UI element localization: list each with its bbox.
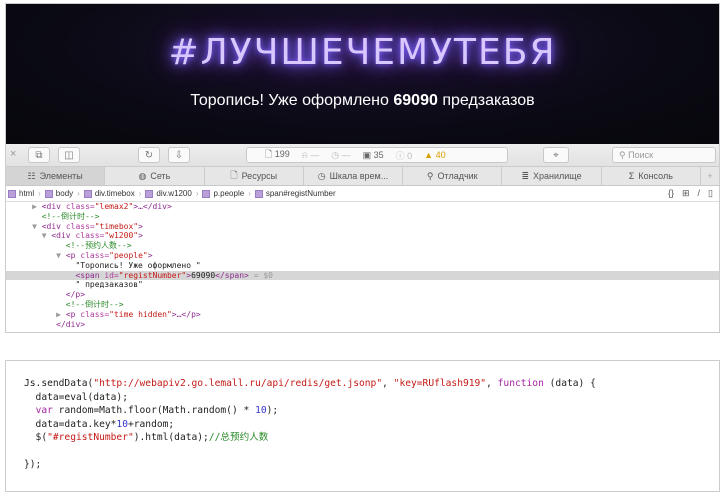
elements-icon: ☷ [27, 170, 36, 181]
search-input[interactable]: ⚲ Поиск [612, 147, 716, 163]
tab-storage[interactable]: ≣ Хранилище [502, 167, 602, 185]
code-line: data=eval(data); [24, 391, 128, 403]
grid-icon[interactable]: ⊞ [682, 188, 690, 199]
network-icon: ◍ [138, 170, 147, 181]
add-tab-button[interactable]: + [701, 167, 719, 185]
promo-banner: #ЛУЧШЕЧЕМУТЕБЯ Торопись! Уже оформлено 6… [6, 4, 719, 144]
regist-number: 69090 [393, 92, 438, 109]
dom-node[interactable]: " предзаказов" [6, 280, 719, 290]
banner-headline: Торопись! Уже оформлено 69090 предзаказо… [6, 92, 719, 110]
breadcrumb-item[interactable]: body [44, 189, 73, 198]
breadcrumb-item[interactable]: span#registNumber [254, 189, 336, 198]
dom-node[interactable]: </p> [6, 290, 719, 300]
dom-node[interactable]: </div> [6, 320, 719, 330]
dom-node[interactable]: ▼ <p class="people"> [6, 251, 719, 261]
inspect-button[interactable]: ⌖ [543, 147, 569, 163]
sidebar-icon[interactable]: ▯ [708, 188, 713, 199]
breadcrumb: html › body › div.timebox › div.w1200 › p.pe… [6, 186, 719, 202]
dom-node[interactable]: <!--倒计时--> [6, 212, 719, 222]
timeline-icon: ◷ [317, 170, 326, 181]
undock-button[interactable]: ⧉ [28, 147, 50, 163]
storage-icon: ≣ [521, 170, 530, 181]
tab-console[interactable]: Σ Консоль [602, 167, 701, 185]
dom-node[interactable]: ▼ <div class="timebox"> [6, 222, 719, 232]
banner-hashtag: #ЛУЧШЕЧЕМУТЕБЯ [168, 32, 557, 73]
tab-elements[interactable]: ☷ Элементы [6, 167, 106, 185]
element-icon [44, 189, 53, 198]
split-icon: ◫ [64, 149, 74, 161]
window-icon: ⧉ [35, 149, 43, 161]
pencil-icon[interactable]: / [698, 188, 701, 199]
devtools-toolbar: × ⧉ ◫ ↻ ⇩ 🗋 199 ⍾ — ◷ — ▣ 35 ⓘ 0 ▲ 40 ⌖ … [6, 144, 719, 167]
debugger-icon: ⚲ [426, 170, 434, 181]
warning-icon: ▲ [424, 150, 434, 160]
headline-prefix: Торопись! Уже оформлено [190, 92, 389, 109]
dom-node[interactable]: <!--预约人数--> [6, 241, 719, 251]
close-icon[interactable]: × [10, 148, 16, 160]
code-line: $("#registNumber").html(data);//总预约人数 [24, 432, 269, 443]
dom-tree: ▶ <div class="lemax2">…</div> <!--倒计时-->… [6, 202, 719, 329]
load-time: ⍾ — [301, 149, 320, 160]
dom-node[interactable]: ▶ <p class="time hidden">…</p> [6, 310, 719, 320]
headline-suffix: предзаказов [442, 92, 535, 109]
element-icon [254, 189, 263, 198]
code-line: Js.sendData("http://webapiv2.go.lemall.r… [24, 378, 596, 389]
devtools-tabs: ☷ Элементы ◍ Сеть 🗋 Ресурсы ◷ Шкала врем... … [6, 167, 719, 186]
warnings-count: ▲ 40 [424, 150, 446, 160]
element-icon [83, 189, 92, 198]
breadcrumb-item[interactable]: html [8, 189, 34, 198]
code-snippet: Js.sendData("http://webapiv2.go.lemall.r… [5, 360, 720, 492]
console-icon: Σ [628, 171, 635, 181]
tab-timeline[interactable]: ◷ Шкала врем... [304, 167, 404, 185]
browser-screenshot: #ЛУЧШЕЧЕМУТЕБЯ Торопись! Уже оформлено 6… [5, 3, 720, 333]
dom-node[interactable]: "Торопись! Уже оформлено " [6, 261, 719, 271]
breadcrumb-item[interactable]: div.w1200 [145, 189, 192, 198]
element-icon [145, 189, 154, 198]
element-icon [8, 189, 16, 198]
dom-node-selected[interactable]: <span id="registNumber">69090</span> = $… [6, 270, 719, 281]
dom-node[interactable]: <!--倒计时--> [6, 300, 719, 310]
dock-side-button[interactable]: ◫ [58, 147, 80, 163]
braces-icon[interactable]: {} [668, 188, 674, 199]
dom-node[interactable]: ▶ <div class="lemax2">…</div> [6, 202, 719, 212]
tab-debugger[interactable]: ⚲ Отладчик [403, 167, 503, 185]
reload-button[interactable]: ↻ [138, 147, 160, 163]
element-icon [202, 189, 211, 198]
code-line: data=data.key*10+random; [24, 418, 175, 430]
logs-count: ▣ 35 [362, 149, 384, 160]
dom-node[interactable]: ▼ <div class="w1200"> [6, 231, 719, 241]
resources-icon: 🗋 [230, 170, 238, 180]
resources-count: 🗋 199 [265, 149, 290, 159]
errors-count: ⓘ 0 [395, 150, 413, 161]
download-icon: ⇩ [174, 149, 184, 161]
breadcrumb-item[interactable]: p.people [202, 189, 244, 198]
status-summary[interactable]: 🗋 199 ⍾ — ◷ — ▣ 35 ⓘ 0 ▲ 40 [246, 147, 508, 163]
reload-icon: ↻ [144, 149, 154, 161]
breadcrumb-item[interactable]: div.timebox [83, 189, 135, 198]
elapsed-time: ◷ — [331, 149, 351, 160]
code-line: var random=Math.floor(Math.random() * 10… [35, 405, 279, 416]
tab-network[interactable]: ◍ Сеть [105, 167, 205, 185]
crosshair-icon: ⌖ [553, 149, 559, 161]
element-tools: {} ⊞ / ▯ [668, 188, 713, 199]
download-button[interactable]: ⇩ [168, 147, 190, 163]
search-icon: ⚲ [619, 150, 626, 160]
code-line: }); [24, 459, 42, 470]
tab-resources[interactable]: 🗋 Ресурсы [205, 167, 304, 185]
